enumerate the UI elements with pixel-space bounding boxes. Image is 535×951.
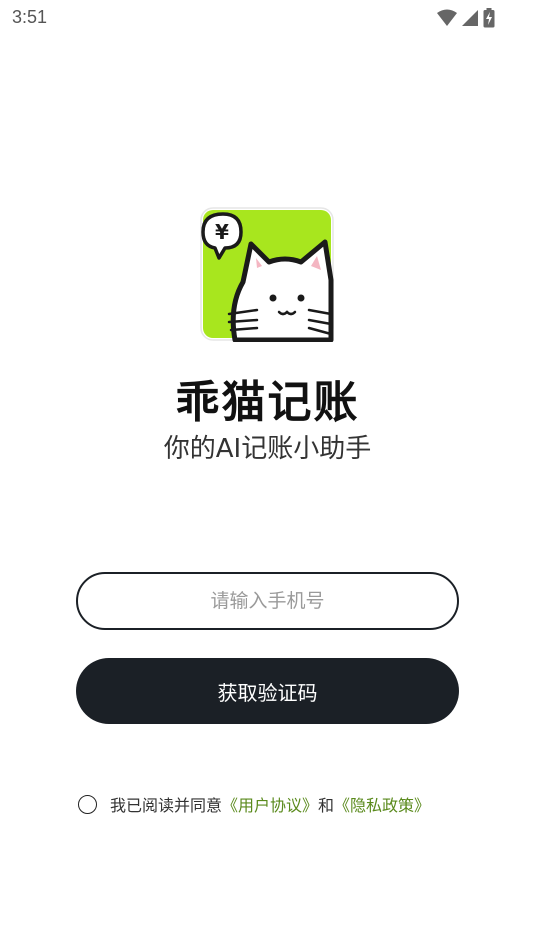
status-time: 3:51: [12, 7, 48, 27]
app-name: 乖猫记账: [175, 377, 360, 428]
phone-field[interactable]: [76, 572, 459, 630]
agreement-row: 我已阅读并同意 《用户协议》 和 《隐私政策》: [78, 792, 430, 816]
status-bar: 3:51: [0, 0, 535, 36]
signal-icon: [461, 9, 479, 27]
agreement-checkbox[interactable]: [78, 794, 97, 814]
user-agreement-link[interactable]: 《用户协议》: [222, 792, 318, 816]
agreement-prefix: 我已阅读并同意: [110, 796, 223, 815]
privacy-policy-link[interactable]: 《隐私政策》: [334, 792, 430, 816]
status-icons: [437, 8, 495, 28]
login-screen: 3:51 ¥ 乖猫记账 你的AI记账小助手 请输入手机号 获取验证码 我已阅读并…: [0, 0, 535, 951]
app-slogan: 你的AI记账小助手: [163, 434, 372, 464]
app-logo: ¥: [199, 206, 335, 343]
get-code-button[interactable]: 获取验证码: [76, 658, 459, 724]
wifi-icon: [437, 9, 457, 27]
yuan-symbol: ¥: [215, 220, 229, 244]
battery-charging-icon: [483, 8, 495, 28]
phone-input[interactable]: [94, 589, 441, 613]
get-code-button-label: 获取验证码: [217, 680, 318, 705]
agreement-conjunction: 和: [318, 796, 335, 815]
